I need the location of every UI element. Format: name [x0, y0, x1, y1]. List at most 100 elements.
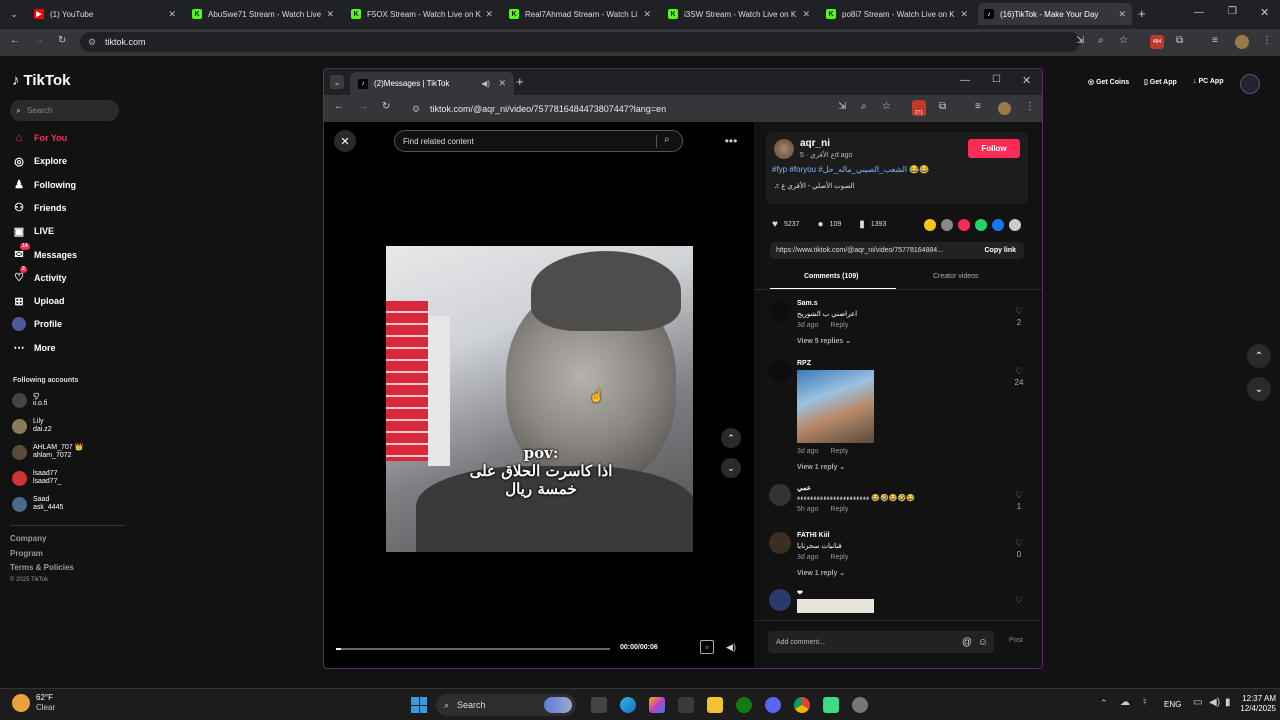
comment-like-icon[interactable]: ♡: [1012, 595, 1026, 606]
browser-tab[interactable]: K AbuSwe71 Stream - Watch Live ✕: [186, 3, 340, 25]
tab-close-icon[interactable]: ✕: [802, 9, 810, 20]
nav-compass[interactable]: ◎ Explore: [12, 154, 67, 168]
nav-home[interactable]: ⌂ For You: [12, 131, 68, 145]
popup-install-icon[interactable]: ⇲: [838, 101, 846, 112]
cloud-icon[interactable]: ☁: [1120, 697, 1130, 708]
back-icon[interactable]: ←: [10, 35, 20, 46]
commenter-avatar[interactable]: [769, 532, 791, 554]
browser-tab[interactable]: K F5OX Stream - Watch Live on K ✕: [345, 3, 499, 25]
comment-username[interactable]: ❤: [797, 589, 803, 597]
browser-tab[interactable]: ♪ (16)TikTok - Make Your Day ✕: [978, 3, 1132, 25]
share-option-icon[interactable]: [992, 219, 1004, 231]
popup-tab-search-icon[interactable]: ⌄: [330, 75, 344, 89]
close-window-icon[interactable]: ✕: [1260, 6, 1269, 19]
tab-close-icon[interactable]: ✕: [960, 9, 968, 20]
comment-username[interactable]: RPZ: [797, 360, 811, 367]
language-indicator[interactable]: ENG: [1164, 700, 1181, 709]
volume-icon[interactable]: ◀): [724, 640, 738, 654]
following-account[interactable]: Saad ask_4445: [12, 496, 63, 512]
popup-zoom-icon[interactable]: ⌕: [861, 101, 867, 112]
video-description[interactable]: #fyp #foryou #الشعب_الصيني_ماله_حل 😂😂: [772, 165, 929, 174]
bookmark-star-icon[interactable]: ☆: [1119, 35, 1128, 46]
restore-icon[interactable]: ❐: [1228, 6, 1237, 17]
popup-menu-icon[interactable]: ⋮: [1025, 101, 1035, 112]
display-icon[interactable]: ▭: [1193, 697, 1202, 708]
nav-upload[interactable]: ⊞ Upload: [12, 294, 64, 308]
comment-username[interactable]: عمي: [797, 484, 811, 492]
tab-close-icon[interactable]: ✕: [1118, 9, 1126, 20]
comment-like-icon[interactable]: ♡: [1012, 306, 1026, 317]
following-account[interactable]: ꨄ︎ ii.o.fi: [12, 392, 47, 408]
nav-messages[interactable]: ✉ Messages 14: [12, 242, 77, 262]
popup-profile-avatar[interactable]: [998, 102, 1011, 115]
copilot-icon[interactable]: [649, 697, 665, 713]
menu-icon[interactable]: ⋮: [1262, 35, 1272, 46]
view-replies-link[interactable]: View 5 replies ⌄: [797, 337, 851, 345]
xbox-icon[interactable]: [736, 697, 752, 713]
bookmark-icon[interactable]: ▮: [859, 219, 865, 230]
file-explorer-icon[interactable]: [707, 697, 723, 713]
share-option-icon[interactable]: [1009, 219, 1021, 231]
popup-forward-icon[interactable]: →: [358, 101, 368, 112]
popup-back-icon[interactable]: ←: [334, 101, 344, 112]
settings-icon[interactable]: [852, 697, 868, 713]
search-input[interactable]: ⌕ Search: [10, 100, 119, 121]
next-video-button[interactable]: ⌄: [721, 458, 741, 478]
nav-live[interactable]: ▣ LIVE: [12, 224, 54, 238]
nav-following[interactable]: ♟ Following: [12, 178, 76, 192]
start-button[interactable]: [411, 697, 427, 713]
view-replies-link[interactable]: View 1 reply ⌄: [797, 463, 845, 471]
nav-activity[interactable]: ♡ Activity 2: [12, 265, 67, 285]
scroll-up-button[interactable]: ⌃: [1247, 344, 1271, 368]
following-account[interactable]: AHLAM_707 👑 ahlam_7072: [12, 444, 83, 460]
comment-icon[interactable]: ●: [818, 219, 824, 230]
edge-icon[interactable]: [620, 697, 636, 713]
find-related-input[interactable]: Find related content ⌕: [394, 130, 683, 152]
commenter-avatar[interactable]: [769, 589, 791, 611]
weather-widget[interactable]: 62°F Clear: [12, 693, 55, 713]
share-option-icon[interactable]: [941, 219, 953, 231]
popup-tab-messages[interactable]: ♪ (2)Messages | TikTok ◀) ✕: [350, 72, 514, 95]
reply-button[interactable]: Reply: [830, 448, 848, 455]
tab-close-icon[interactable]: ✕: [643, 9, 651, 20]
related-search-icon[interactable]: ⌕: [664, 134, 670, 145]
popup-close-icon[interactable]: ✕: [1022, 74, 1031, 87]
author-username[interactable]: aqr_ni: [800, 138, 830, 149]
browser-tab[interactable]: Ki3SW Stream - Watch Live on K ✕: [662, 3, 816, 25]
new-tab-button[interactable]: +: [1138, 6, 1146, 21]
share-option-icon[interactable]: [924, 219, 936, 231]
browser-tab[interactable]: ▶ (1) YouTube ✕: [28, 3, 182, 25]
follow-button[interactable]: Follow: [968, 139, 1020, 158]
sound-link[interactable]: ♫ الصوت الأصلي - الأقري ع: [774, 182, 855, 190]
reply-button[interactable]: Reply: [830, 506, 848, 513]
comment-image[interactable]: [797, 370, 874, 443]
footer-link[interactable]: Company: [10, 534, 46, 543]
more-options-button[interactable]: •••: [720, 130, 742, 152]
commenter-avatar[interactable]: [769, 360, 791, 382]
get-coins-button[interactable]: ◎ Get Coins: [1088, 78, 1129, 86]
progress-track[interactable]: [336, 648, 610, 650]
reply-button[interactable]: Reply: [830, 554, 848, 561]
tiktok-logo[interactable]: ♪ TikTok: [12, 72, 70, 89]
popup-maximize-icon[interactable]: ☐: [992, 74, 1001, 85]
speaker-icon[interactable]: ◀): [1209, 697, 1220, 708]
close-video-button[interactable]: ✕: [334, 130, 356, 152]
reading-list-icon[interactable]: ≡: [1212, 35, 1218, 46]
scroll-down-button[interactable]: ⌄: [1247, 377, 1271, 401]
reload-icon[interactable]: ↻: [58, 35, 66, 46]
reply-button[interactable]: Reply: [830, 322, 848, 329]
install-icon[interactable]: ⇲: [1076, 35, 1084, 46]
get-app-button[interactable]: ▯ Get App: [1144, 78, 1177, 86]
pc-app-button[interactable]: ↓ PC App: [1193, 78, 1223, 85]
minimize-icon[interactable]: —: [1194, 7, 1204, 18]
copy-link-button[interactable]: Copy link: [984, 247, 1016, 254]
site-info-icon[interactable]: ⚙: [88, 37, 96, 48]
extension-icon[interactable]: 484: [1150, 35, 1164, 49]
comment-username[interactable]: FATHI Kiil: [797, 532, 830, 539]
browser-tab[interactable]: Kpo8i7 Stream - Watch Live on K ✕: [820, 3, 974, 25]
share-option-icon[interactable]: [975, 219, 987, 231]
task-view-icon[interactable]: [591, 697, 607, 713]
commenter-avatar[interactable]: [769, 300, 791, 322]
tab-comments[interactable]: Comments (109): [804, 273, 858, 280]
comment-image[interactable]: [797, 599, 874, 613]
